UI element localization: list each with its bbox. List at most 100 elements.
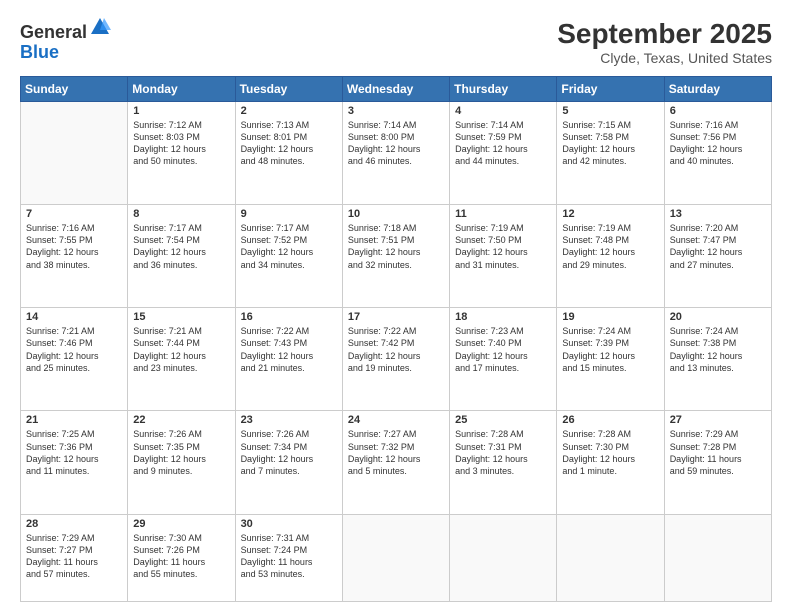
calendar-day-header: Friday: [557, 77, 664, 102]
calendar-day-header: Sunday: [21, 77, 128, 102]
location: Clyde, Texas, United States: [557, 50, 772, 66]
calendar-day-cell: 7 Sunrise: 7:16 AM Sunset: 7:55 PM Daylig…: [21, 205, 128, 308]
calendar-day-cell: [21, 102, 128, 205]
calendar-day-cell: 16Sunrise: 7:22 AM Sunset: 7:43 PM Dayli…: [235, 308, 342, 411]
calendar-day-cell: 11 Sunrise: 7:19 AM Sunset: 7:50 PM Dayli…: [450, 205, 557, 308]
day-number: 29: [133, 518, 229, 530]
day-number: 14: [26, 311, 122, 323]
calendar-day-cell: [450, 514, 557, 602]
calendar-day-cell: 15 Sunrise: 7:21 AM Sunset: 7:44 PM Dayli…: [128, 308, 235, 411]
day-number: 27: [670, 414, 766, 426]
calendar-week-row: 7 Sunrise: 7:16 AM Sunset: 7:55 PM Daylig…: [21, 205, 772, 308]
calendar-day-cell: [664, 514, 771, 602]
day-info: Sunrise: 7:27 AM Sunset: 7:32 PM Dayligh…: [348, 428, 444, 477]
calendar-week-row: 21Sunrise: 7:25 AM Sunset: 7:36 PM Dayli…: [21, 411, 772, 514]
calendar-day-header: Thursday: [450, 77, 557, 102]
day-info: Sunrise: 7:20 AM Sunset: 7:47 PM Dayligh…: [670, 222, 766, 271]
day-info: Sunrise: 7:17 AM Sunset: 7:52 PM Dayligh…: [241, 222, 337, 271]
day-info: Sunrise: 7:13 AM Sunset: 8:01 PM Dayligh…: [241, 119, 337, 168]
day-number: 7: [26, 208, 122, 220]
day-info: Sunrise: 7:17 AM Sunset: 7:54 PM Dayligh…: [133, 222, 229, 271]
day-number: 16: [241, 311, 337, 323]
calendar-day-cell: 6Sunrise: 7:16 AM Sunset: 7:56 PM Daylig…: [664, 102, 771, 205]
calendar-header-row: SundayMondayTuesdayWednesdayThursdayFrid…: [21, 77, 772, 102]
day-number: 4: [455, 105, 551, 117]
calendar-day-cell: 27 Sunrise: 7:29 AM Sunset: 7:28 PM Dayli…: [664, 411, 771, 514]
calendar-day-cell: 24 Sunrise: 7:27 AM Sunset: 7:32 PM Dayli…: [342, 411, 449, 514]
day-info: Sunrise: 7:28 AM Sunset: 7:30 PM Dayligh…: [562, 428, 658, 477]
day-number: 28: [26, 518, 122, 530]
calendar-day-cell: 14 Sunrise: 7:21 AM Sunset: 7:46 PM Dayli…: [21, 308, 128, 411]
day-info: Sunrise: 7:21 AM Sunset: 7:46 PM Dayligh…: [26, 325, 122, 374]
calendar-week-row: 1 Sunrise: 7:12 AM Sunset: 8:03 PM Daylig…: [21, 102, 772, 205]
day-number: 18: [455, 311, 551, 323]
calendar-day-header: Wednesday: [342, 77, 449, 102]
header: General Blue September 2025 Clyde, Texas…: [20, 18, 772, 66]
calendar-day-cell: 2 Sunrise: 7:13 AM Sunset: 8:01 PM Daylig…: [235, 102, 342, 205]
day-number: 13: [670, 208, 766, 220]
day-number: 19: [562, 311, 658, 323]
calendar-day-cell: [342, 514, 449, 602]
calendar: SundayMondayTuesdayWednesdayThursdayFrid…: [20, 76, 772, 602]
day-info: Sunrise: 7:18 AM Sunset: 7:51 PM Dayligh…: [348, 222, 444, 271]
day-info: Sunrise: 7:25 AM Sunset: 7:36 PM Dayligh…: [26, 428, 122, 477]
calendar-day-cell: 19 Sunrise: 7:24 AM Sunset: 7:39 PM Dayli…: [557, 308, 664, 411]
day-info: Sunrise: 7:14 AM Sunset: 8:00 PM Dayligh…: [348, 119, 444, 168]
day-number: 11: [455, 208, 551, 220]
day-number: 15: [133, 311, 229, 323]
day-info: Sunrise: 7:26 AM Sunset: 7:34 PM Dayligh…: [241, 428, 337, 477]
calendar-day-header: Monday: [128, 77, 235, 102]
logo-icon: [89, 16, 111, 38]
day-info: Sunrise: 7:31 AM Sunset: 7:24 PM Dayligh…: [241, 532, 337, 581]
day-number: 25: [455, 414, 551, 426]
day-number: 22: [133, 414, 229, 426]
calendar-day-cell: 28 Sunrise: 7:29 AM Sunset: 7:27 PM Dayli…: [21, 514, 128, 602]
calendar-day-cell: 3 Sunrise: 7:14 AM Sunset: 8:00 PM Daylig…: [342, 102, 449, 205]
calendar-day-cell: 17 Sunrise: 7:22 AM Sunset: 7:42 PM Dayli…: [342, 308, 449, 411]
day-info: Sunrise: 7:14 AM Sunset: 7:59 PM Dayligh…: [455, 119, 551, 168]
day-number: 23: [241, 414, 337, 426]
day-number: 9: [241, 208, 337, 220]
calendar-day-cell: 23 Sunrise: 7:26 AM Sunset: 7:34 PM Dayli…: [235, 411, 342, 514]
logo-blue-text: Blue: [20, 42, 59, 62]
day-info: Sunrise: 7:29 AM Sunset: 7:27 PM Dayligh…: [26, 532, 122, 581]
day-info: Sunrise: 7:22 AM Sunset: 7:42 PM Dayligh…: [348, 325, 444, 374]
day-info: Sunrise: 7:29 AM Sunset: 7:28 PM Dayligh…: [670, 428, 766, 477]
calendar-day-header: Tuesday: [235, 77, 342, 102]
calendar-week-row: 14 Sunrise: 7:21 AM Sunset: 7:46 PM Dayli…: [21, 308, 772, 411]
day-number: 12: [562, 208, 658, 220]
calendar-day-cell: 4 Sunrise: 7:14 AM Sunset: 7:59 PM Daylig…: [450, 102, 557, 205]
day-number: 24: [348, 414, 444, 426]
day-info: Sunrise: 7:19 AM Sunset: 7:48 PM Dayligh…: [562, 222, 658, 271]
month-title: September 2025: [557, 18, 772, 50]
calendar-day-cell: 12 Sunrise: 7:19 AM Sunset: 7:48 PM Dayli…: [557, 205, 664, 308]
calendar-day-cell: 29Sunrise: 7:30 AM Sunset: 7:26 PM Dayli…: [128, 514, 235, 602]
day-info: Sunrise: 7:12 AM Sunset: 8:03 PM Dayligh…: [133, 119, 229, 168]
day-info: Sunrise: 7:15 AM Sunset: 7:58 PM Dayligh…: [562, 119, 658, 168]
calendar-day-cell: 21Sunrise: 7:25 AM Sunset: 7:36 PM Dayli…: [21, 411, 128, 514]
day-number: 1: [133, 105, 229, 117]
day-info: Sunrise: 7:16 AM Sunset: 7:55 PM Dayligh…: [26, 222, 122, 271]
day-info: Sunrise: 7:21 AM Sunset: 7:44 PM Dayligh…: [133, 325, 229, 374]
calendar-day-cell: 9 Sunrise: 7:17 AM Sunset: 7:52 PM Daylig…: [235, 205, 342, 308]
calendar-day-header: Saturday: [664, 77, 771, 102]
day-info: Sunrise: 7:23 AM Sunset: 7:40 PM Dayligh…: [455, 325, 551, 374]
calendar-day-cell: 30Sunrise: 7:31 AM Sunset: 7:24 PM Dayli…: [235, 514, 342, 602]
title-block: September 2025 Clyde, Texas, United Stat…: [557, 18, 772, 66]
day-number: 10: [348, 208, 444, 220]
day-info: Sunrise: 7:24 AM Sunset: 7:39 PM Dayligh…: [562, 325, 658, 374]
calendar-day-cell: [557, 514, 664, 602]
day-number: 17: [348, 311, 444, 323]
day-number: 20: [670, 311, 766, 323]
calendar-day-cell: 13 Sunrise: 7:20 AM Sunset: 7:47 PM Dayli…: [664, 205, 771, 308]
day-number: 3: [348, 105, 444, 117]
day-info: Sunrise: 7:16 AM Sunset: 7:56 PM Dayligh…: [670, 119, 766, 168]
calendar-week-row: 28 Sunrise: 7:29 AM Sunset: 7:27 PM Dayli…: [21, 514, 772, 602]
day-info: Sunrise: 7:19 AM Sunset: 7:50 PM Dayligh…: [455, 222, 551, 271]
calendar-day-cell: 8 Sunrise: 7:17 AM Sunset: 7:54 PM Daylig…: [128, 205, 235, 308]
day-number: 8: [133, 208, 229, 220]
day-number: 2: [241, 105, 337, 117]
calendar-day-cell: 20Sunrise: 7:24 AM Sunset: 7:38 PM Dayli…: [664, 308, 771, 411]
calendar-day-cell: 25Sunrise: 7:28 AM Sunset: 7:31 PM Dayli…: [450, 411, 557, 514]
calendar-day-cell: 5Sunrise: 7:15 AM Sunset: 7:58 PM Daylig…: [557, 102, 664, 205]
